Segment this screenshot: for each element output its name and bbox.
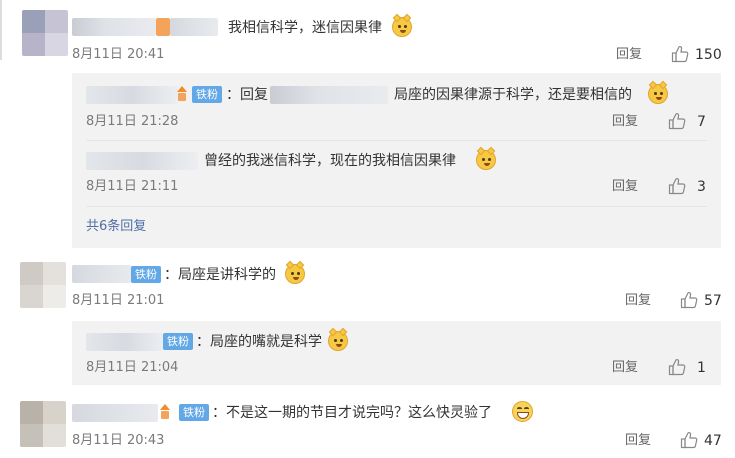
- divider: [86, 140, 707, 141]
- comment-date: 8月11日 20:41: [72, 47, 165, 62]
- comment-date: 8月11日 21:01: [72, 293, 165, 308]
- left-edge-line: [0, 0, 2, 60]
- thumbs-up-icon[interactable]: [668, 112, 686, 130]
- cat-face-emoji-icon: [476, 146, 496, 170]
- cat-face-emoji-icon: [648, 80, 668, 104]
- fan-badge: 铁粉: [131, 266, 161, 283]
- username-blurred[interactable]: [72, 18, 156, 36]
- avatar[interactable]: [20, 401, 66, 447]
- fan-medal-icon: [160, 404, 170, 419]
- divider: [86, 206, 707, 207]
- reply-button[interactable]: 回复: [612, 179, 638, 195]
- thumbs-up-icon[interactable]: [680, 431, 698, 449]
- thumbs-up-icon[interactable]: [671, 45, 689, 63]
- username-blurred-tail: [170, 18, 218, 36]
- username-blurred[interactable]: [86, 152, 198, 170]
- subcomment-text: 曾经的我迷信科学，现在的我相信因果律: [204, 153, 456, 169]
- reply-target-blurred[interactable]: [270, 86, 388, 104]
- subcomment-text: 局座的因果律源于科学，还是要相信的: [394, 87, 632, 103]
- reply-button[interactable]: 回复: [625, 433, 651, 449]
- fan-badge: 铁粉: [179, 404, 209, 421]
- subcomment-date: 8月11日 21:11: [86, 179, 179, 194]
- more-replies-link[interactable]: 共6条回复: [86, 219, 146, 235]
- reply-button[interactable]: 回复: [616, 47, 642, 63]
- reply-button[interactable]: 回复: [625, 293, 651, 309]
- username-blurred[interactable]: [72, 265, 132, 283]
- cat-face-emoji-icon: [392, 13, 412, 37]
- username-blurred[interactable]: [86, 333, 164, 351]
- like-count: 3: [697, 179, 706, 195]
- subcomment-text: ：局座的嘴就是科学: [196, 334, 322, 350]
- cat-face-emoji-icon: [328, 327, 348, 351]
- fan-medal-icon: [177, 86, 187, 101]
- fan-badge: 铁粉: [163, 333, 193, 350]
- grinning-face-emoji-icon: [512, 401, 533, 422]
- comment-text: 我相信科学，迷信因果律: [228, 20, 382, 36]
- subcomment-date: 8月11日 21:04: [86, 360, 179, 375]
- subcomment-date: 8月11日 21:28: [86, 114, 179, 129]
- thumbs-up-icon[interactable]: [680, 291, 698, 309]
- thumbs-up-icon[interactable]: [668, 177, 686, 195]
- reply-button[interactable]: 回复: [612, 360, 638, 376]
- username-blurred-accent: [156, 18, 170, 36]
- comment-text: ：不是这一期的节目才说完吗？这么快灵验了: [212, 405, 492, 421]
- thumbs-up-icon[interactable]: [668, 358, 686, 376]
- cat-face-emoji-icon: [285, 260, 305, 284]
- fan-badge: 铁粉: [192, 86, 222, 103]
- username-blurred[interactable]: [86, 86, 178, 104]
- like-count: 7: [697, 114, 706, 130]
- reply-button[interactable]: 回复: [612, 114, 638, 130]
- reply-prefix: ：回复: [226, 87, 268, 103]
- username-blurred[interactable]: [72, 404, 158, 422]
- avatar[interactable]: [20, 262, 66, 308]
- avatar[interactable]: [22, 10, 68, 56]
- like-count: 150: [695, 47, 722, 63]
- comment-date: 8月11日 20:43: [72, 433, 165, 448]
- like-count: 57: [704, 293, 722, 309]
- like-count: 47: [704, 433, 722, 449]
- like-count: 1: [697, 360, 706, 376]
- comment-text: ：局座是讲科学的: [164, 267, 276, 283]
